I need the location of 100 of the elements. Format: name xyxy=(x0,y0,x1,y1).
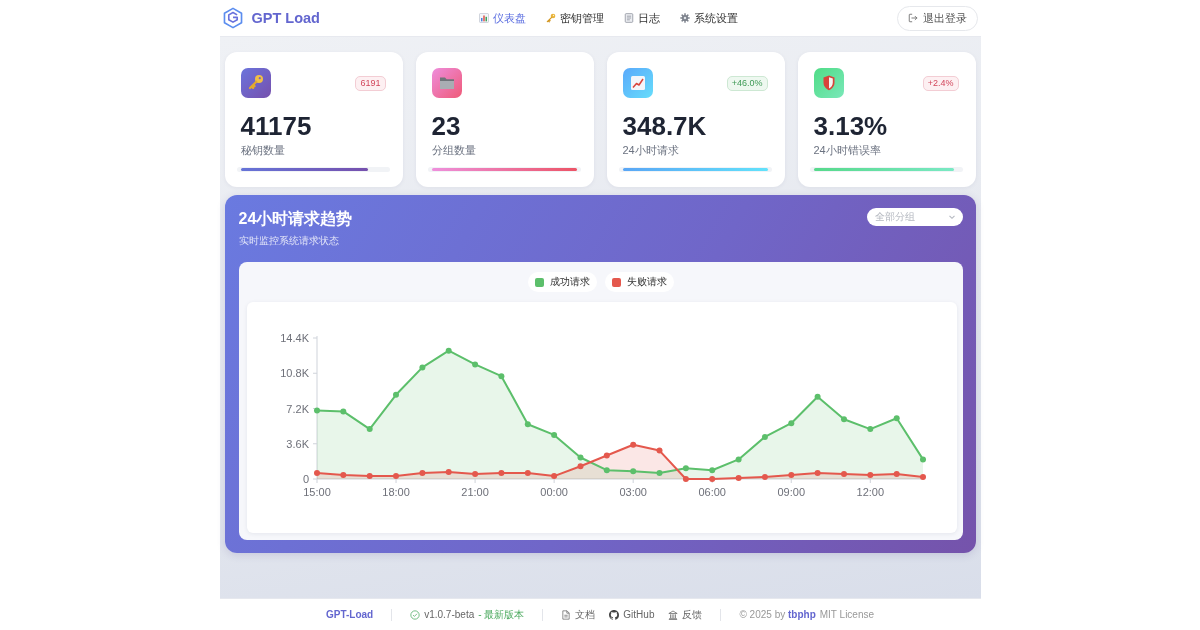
point xyxy=(313,407,320,414)
point xyxy=(603,452,610,459)
point xyxy=(313,470,320,477)
gear-icon xyxy=(680,13,691,23)
axis-label: 14.4K xyxy=(279,332,309,344)
point xyxy=(761,433,768,440)
axis-label: 00:00 xyxy=(539,486,568,498)
point xyxy=(708,467,715,474)
author-link[interactable]: tbphp xyxy=(788,609,816,620)
panel-subtitle: 实时监控系统请求状态 xyxy=(238,234,340,248)
point xyxy=(787,420,794,427)
folder-icon xyxy=(431,68,462,98)
stat-value: 41175 xyxy=(240,111,313,141)
line-chart-icon xyxy=(622,68,653,98)
legend-item[interactable]: 成功请求 xyxy=(528,272,597,292)
key-icon xyxy=(240,68,271,98)
point xyxy=(445,347,452,354)
stat-label: 分组数量 xyxy=(431,143,477,158)
axis-label: 10.8K xyxy=(279,367,309,380)
point xyxy=(629,441,636,448)
axis-label: 18:00 xyxy=(381,486,410,498)
building-icon xyxy=(668,609,679,620)
point xyxy=(893,471,900,478)
version-status: - 最新版本 xyxy=(478,607,525,622)
legend-item[interactable]: 失败请求 xyxy=(605,272,674,292)
axis-label: 0 xyxy=(302,473,309,485)
point xyxy=(629,468,636,475)
point xyxy=(418,364,425,371)
point xyxy=(471,471,478,478)
key-icon xyxy=(546,13,557,23)
stat-label: 24小时错误率 xyxy=(813,143,882,158)
axis-label: 06:00 xyxy=(697,486,726,498)
stat-label: 24小时请求 xyxy=(622,143,680,158)
axis-label: 3.6K xyxy=(285,437,309,450)
point xyxy=(735,475,742,481)
point xyxy=(656,470,662,477)
license-text: MIT License xyxy=(819,609,875,620)
point xyxy=(919,474,926,480)
point xyxy=(339,408,346,415)
point xyxy=(577,463,583,470)
check-circle-icon xyxy=(410,609,421,620)
document-icon xyxy=(561,609,572,620)
point xyxy=(814,470,821,477)
point xyxy=(445,469,452,476)
point xyxy=(392,473,399,480)
footer-link[interactable]: 文档 xyxy=(561,607,596,622)
github-icon xyxy=(609,609,620,620)
stat-badge: 6191 xyxy=(355,75,386,91)
nav-tab[interactable]: 日志 xyxy=(618,7,667,29)
point xyxy=(550,431,557,438)
stat-badge: +46.0% xyxy=(726,75,768,91)
hexagon-logo-icon xyxy=(221,7,244,29)
logout-icon xyxy=(908,13,919,23)
axis-label: 7.2K xyxy=(285,402,309,415)
axis-label: 15:00 xyxy=(302,486,331,498)
point xyxy=(682,476,689,482)
point xyxy=(787,472,794,479)
point xyxy=(418,470,425,477)
point xyxy=(866,426,873,433)
axis-label: 09:00 xyxy=(777,486,805,498)
point xyxy=(392,391,399,398)
point xyxy=(814,393,821,400)
footer-brand: GPT-Load xyxy=(325,609,374,620)
app-logo-text: GPT Load xyxy=(251,10,320,26)
panel-title: 24小时请求趋势 xyxy=(238,209,353,229)
axis-label: 21:00 xyxy=(460,486,489,498)
version-text: v1.0.7-beta xyxy=(424,609,475,620)
footer-link[interactable]: GitHub xyxy=(609,609,655,620)
stat-value: 3.13% xyxy=(813,111,889,141)
nav-tab[interactable]: 密钥管理 xyxy=(540,7,611,29)
logout-button[interactable]: 退出登录 xyxy=(897,5,979,31)
point xyxy=(471,361,478,368)
point xyxy=(682,465,689,472)
stat-label: 秘钥数量 xyxy=(240,143,286,158)
document-icon xyxy=(624,13,635,23)
point xyxy=(735,456,742,463)
point xyxy=(524,470,531,477)
point xyxy=(366,473,373,480)
footer-link[interactable]: 反馈 xyxy=(668,607,703,622)
point xyxy=(656,447,662,454)
axis-label: 12:00 xyxy=(856,486,884,498)
point xyxy=(761,474,768,480)
point xyxy=(550,473,557,480)
point xyxy=(497,470,504,477)
point xyxy=(840,416,847,423)
stat-value: 348.7K xyxy=(622,111,708,141)
point xyxy=(603,467,610,474)
point xyxy=(919,456,926,463)
copyright-text: © 2025 by tbphp xyxy=(739,609,816,620)
shield-icon xyxy=(813,68,844,98)
nav-tab[interactable]: 系统设置 xyxy=(674,7,745,29)
stat-badge: +2.4% xyxy=(922,75,959,91)
point xyxy=(524,421,531,428)
axis-label: 03:00 xyxy=(618,486,647,498)
point xyxy=(577,454,583,461)
nav-tab[interactable]: 仪表盘 xyxy=(473,7,533,29)
point xyxy=(840,471,847,478)
point xyxy=(866,472,873,479)
point xyxy=(339,472,346,479)
point xyxy=(893,415,900,422)
